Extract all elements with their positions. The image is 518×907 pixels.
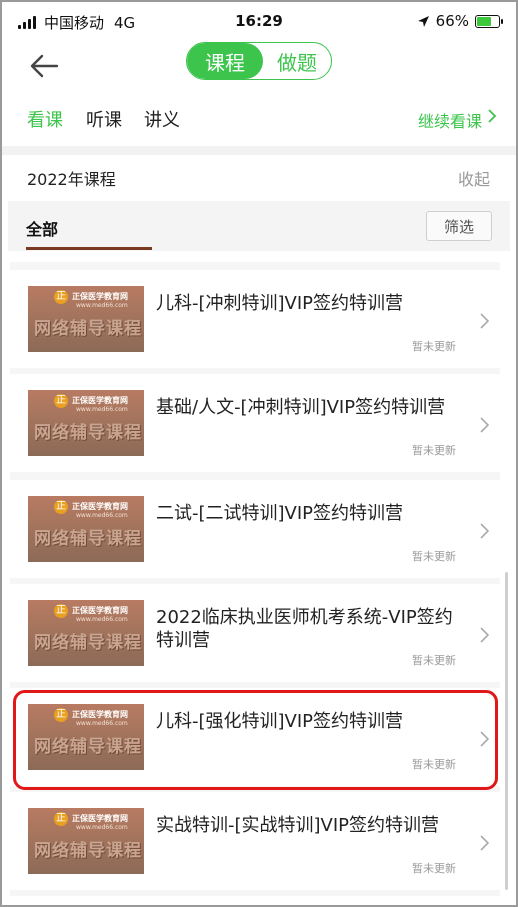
brand-logo-icon: 正: [54, 500, 68, 514]
course-list-item[interactable]: 正正保医学教育网 www.med66.com 网络辅导课程 二试-[二试特训]VIP签…: [10, 480, 500, 578]
course-status: 暂未更新: [412, 654, 456, 667]
course-status: 暂未更新: [412, 444, 456, 457]
chevron-right-icon: [480, 835, 490, 851]
filter-button[interactable]: 筛选: [426, 211, 492, 241]
thumbnail-site: www.med66.com: [76, 406, 128, 413]
course-title: 实战特训-[实战特训]VIP签约特训营: [156, 815, 440, 836]
course-list-item[interactable]: 正正保医学教育网 www.med66.com 网络辅导课程 儿科-[强化特训]VIP签…: [10, 688, 500, 786]
course-title: 基础/人文-[冲刺特训]VIP签约特训营: [156, 397, 446, 418]
thumbnail-site: www.med66.com: [76, 824, 128, 831]
content-tabs: 看课 听课 讲义 继续看课: [0, 96, 518, 140]
brand-logo-icon: 正: [54, 290, 68, 304]
battery-percent: 66%: [435, 12, 469, 30]
tab-listen[interactable]: 听课: [86, 106, 122, 132]
continue-watching-link[interactable]: 继续看课: [418, 108, 482, 132]
course-thumbnail: 正正保医学教育网 www.med66.com 网络辅导课程: [28, 600, 144, 666]
section-title: 2022年课程: [27, 170, 116, 189]
scrollbar[interactable]: [505, 572, 508, 890]
thumbnail-banner: 网络辅导课程: [34, 633, 142, 653]
thumbnail-banner: 网络辅导课程: [34, 841, 142, 861]
segment-courses[interactable]: 课程: [187, 43, 263, 79]
thumbnail-site: www.med66.com: [76, 302, 128, 309]
top-header: 课程 做题: [0, 42, 518, 90]
course-status: 暂未更新: [412, 340, 456, 353]
thumbnail-site: www.med66.com: [76, 512, 128, 519]
brand-logo-icon: 正: [54, 394, 68, 408]
course-thumbnail: 正正保医学教育网 www.med66.com 网络辅导课程: [28, 496, 144, 562]
course-list-item[interactable]: 正正保医学教育网 www.med66.com 网络辅导课程 实战特训-[实战特训]VI…: [10, 792, 500, 890]
course-title: 2022临床执业医师机考系统-VIP签约特训营: [156, 607, 453, 651]
course-exercise-toggle: 课程 做题: [186, 42, 332, 80]
course-title: 儿科-[强化特训]VIP签约特训营: [156, 711, 404, 732]
course-status: 暂未更新: [412, 550, 456, 563]
course-thumbnail: 正正保医学教育网 www.med66.com 网络辅导课程: [28, 808, 144, 874]
year-section-header: 2022年课程 收起: [0, 155, 518, 197]
course-title: 二试-[二试特训]VIP签约特训营: [156, 503, 404, 524]
thumbnail-site: www.med66.com: [76, 616, 128, 623]
course-list-item[interactable]: 正正保医学教育网 www.med66.com 网络辅导课程 儿科-[冲刺特训]VIP签…: [10, 270, 500, 368]
thumbnail-brand: 正保医学教育网: [72, 606, 128, 615]
segment-exercises[interactable]: 做题: [263, 43, 331, 79]
battery-fill: [477, 16, 491, 26]
status-bar: 中国移动 4G 16:29 66%: [0, 0, 518, 42]
chevron-right-icon: [488, 109, 497, 123]
tab-watch[interactable]: 看课: [27, 106, 63, 132]
list-separator: [10, 472, 500, 480]
chevron-right-icon: [480, 731, 490, 747]
back-button[interactable]: [26, 48, 62, 84]
course-status: 暂未更新: [412, 758, 456, 771]
course-thumbnail: 正正保医学教育网 www.med66.com 网络辅导课程: [28, 286, 144, 352]
chevron-right-icon: [480, 417, 490, 433]
filter-bar: 全部 筛选: [8, 201, 510, 251]
course-title: 儿科-[冲刺特训]VIP签约特训营: [156, 293, 404, 314]
thumbnail-brand: 正保医学教育网: [72, 502, 128, 511]
course-thumbnail: 正正保医学教育网 www.med66.com 网络辅导课程: [28, 704, 144, 770]
course-list: 正正保医学教育网 www.med66.com 网络辅导课程 儿科-[冲刺特训]VIP签…: [0, 252, 518, 907]
thumbnail-brand: 正保医学教育网: [72, 814, 128, 823]
course-list-item[interactable]: 正正保医学教育网 www.med66.com 网络辅导课程 基础/人文-[冲刺特训]V…: [10, 374, 500, 472]
list-separator: [10, 262, 500, 270]
course-status: 暂未更新: [412, 862, 456, 875]
chevron-right-icon: [480, 627, 490, 643]
brand-logo-icon: 正: [54, 812, 68, 826]
thumbnail-brand: 正保医学教育网: [72, 710, 128, 719]
thumbnail-banner: 网络辅导课程: [34, 737, 142, 757]
chevron-right-icon: [480, 313, 490, 329]
thumbnail-brand: 正保医学教育网: [72, 396, 128, 405]
course-list-item[interactable]: 正正保医学教育网 www.med66.com 网络辅导课程 2022临床执业医师机考系…: [10, 584, 500, 682]
thumbnail-banner: 网络辅导课程: [34, 423, 142, 443]
thumbnail-banner: 网络辅导课程: [34, 319, 142, 339]
section-divider: [0, 146, 518, 155]
arrow-left-icon: [30, 54, 59, 78]
all-category-tab[interactable]: 全部: [26, 216, 58, 240]
tab-handouts[interactable]: 讲义: [144, 106, 180, 132]
thumbnail-site: www.med66.com: [76, 720, 128, 727]
brand-logo-icon: 正: [54, 708, 68, 722]
location-icon: [417, 15, 429, 27]
battery-icon: [475, 14, 503, 28]
active-tab-underline: [26, 247, 152, 250]
thumbnail-banner: 网络辅导课程: [34, 529, 142, 549]
collapse-button[interactable]: 收起: [458, 166, 490, 190]
brand-logo-icon: 正: [54, 604, 68, 618]
chevron-right-icon: [480, 523, 490, 539]
thumbnail-brand: 正保医学教育网: [72, 292, 128, 301]
course-thumbnail: 正正保医学教育网 www.med66.com 网络辅导课程: [28, 390, 144, 456]
